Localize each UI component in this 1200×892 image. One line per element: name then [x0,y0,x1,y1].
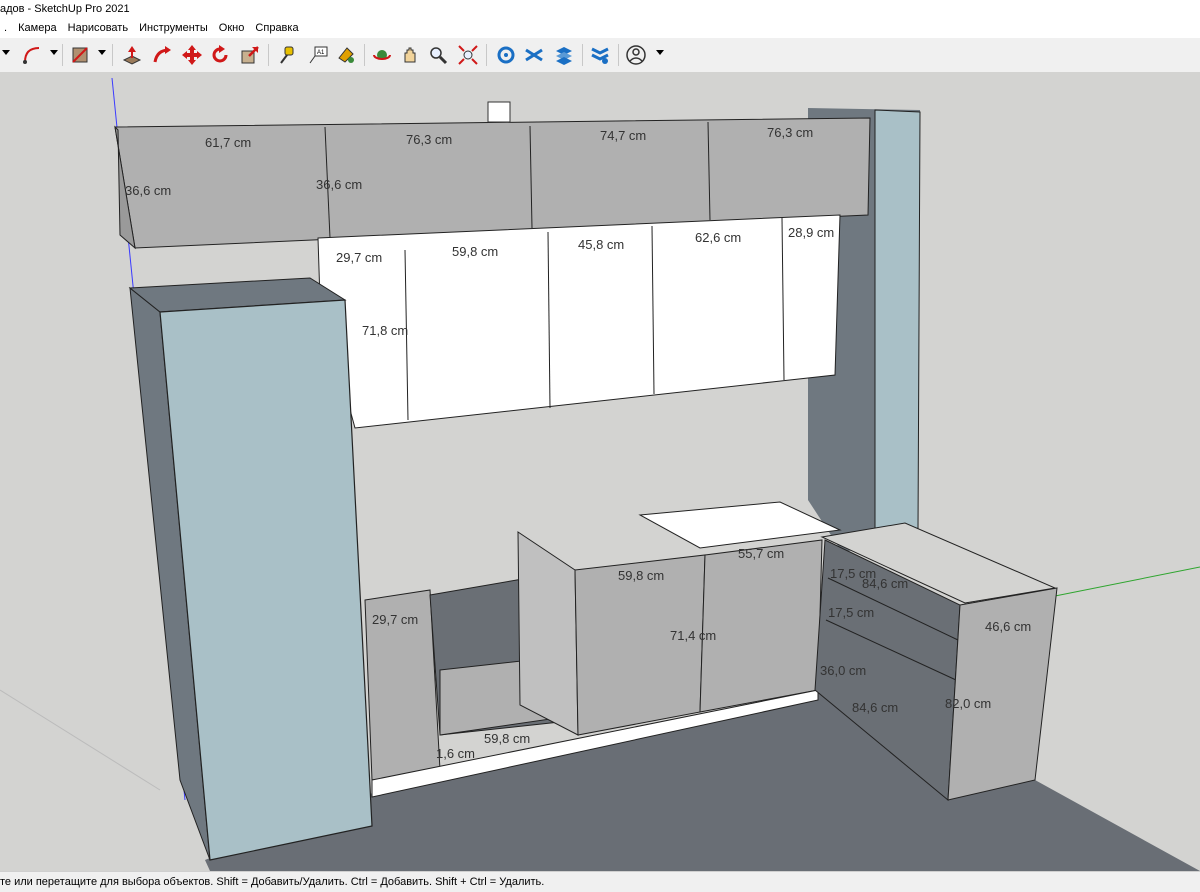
base-door-2 [699,539,823,713]
dim-upper-2: 76,3 cm [406,132,452,147]
components-icon[interactable] [494,42,518,68]
push-pull-icon[interactable] [120,42,144,68]
zoom-extents-icon[interactable] [456,42,480,68]
menu-item-help[interactable]: Справка [251,18,302,38]
dim-upper-1: 61,7 cm [205,135,251,150]
section-icon[interactable] [522,42,546,68]
styles-icon[interactable] [588,42,612,68]
dim-wall-4: 62,6 cm [695,230,741,245]
arc-dropdown-arrow[interactable] [50,50,58,55]
orbit-icon[interactable] [370,42,394,68]
menu-item-camera[interactable]: Камера [14,18,60,38]
dim-wall-1: 29,7 cm [336,250,382,265]
layers-icon[interactable] [552,42,576,68]
dim-corner-side-height: 82,0 cm [945,696,991,711]
dim-base-bottom: 59,8 cm [484,731,530,746]
dim-wall-3: 45,8 cm [578,237,624,252]
menu-item-tools[interactable]: Инструменты [135,18,212,38]
model-canvas[interactable]: 61,7 cm 76,3 cm 74,7 cm 76,3 cm 36,6 cm … [0,72,1200,871]
menu-item-draw[interactable]: Нарисовать [64,18,132,38]
main-toolbar: A1 [0,38,1200,73]
dim-upper-4: 76,3 cm [767,125,813,140]
dim-corner-side-width: 46,6 cm [985,619,1031,634]
window-title: адов - SketchUp Pro 2021 [0,3,130,15]
right-panel-front [874,109,921,541]
profile-dropdown-arrow[interactable] [656,50,664,55]
vent-pipe [487,101,511,123]
dim-corner-depth-1: 84,6 cm [862,576,908,591]
profile-icon[interactable] [624,42,648,68]
select-dropdown-arrow[interactable] [2,50,10,55]
dim-base-2: 59,8 cm [618,568,664,583]
dim-corner-drawer-2: 17,5 cm [828,605,874,620]
menu-bar: . Камера Нарисовать Инструменты Окно Спр… [0,18,1200,38]
dim-upper-3: 74,7 cm [600,128,646,143]
dim-base-height: 71,4 cm [670,628,716,643]
scale-icon[interactable] [238,42,262,68]
dim-upper-height-left: 36,6 cm [125,183,171,198]
dim-base-3: 55,7 cm [738,546,784,561]
dim-wall-height: 71,8 cm [362,323,408,338]
dim-upper-height-mid: 36,6 cm [316,177,362,192]
rotate-icon[interactable] [208,42,232,68]
follow-me-icon[interactable] [150,42,174,68]
pan-icon[interactable] [398,42,422,68]
move-icon[interactable] [180,42,204,68]
dim-corner-drawer-height: 36,0 cm [820,663,866,678]
zoom-icon[interactable] [426,42,450,68]
dim-base-plinth: 1,6 cm [436,746,475,761]
paint-icon[interactable] [334,42,358,68]
menu-item-window[interactable]: Окно [215,18,249,38]
dim-base-1: 29,7 cm [372,612,418,627]
dim-corner-depth-bottom: 84,6 cm [852,700,898,715]
tape-measure-icon[interactable] [276,42,300,68]
paint-bucket-icon[interactable] [68,42,92,68]
arc-tool-icon[interactable] [20,42,44,68]
dim-wall-5: 28,9 cm [788,225,834,240]
svg-text:A1: A1 [317,50,325,56]
text-label-icon[interactable]: A1 [306,42,330,68]
window-title-bar: адов - SketchUp Pro 2021 [0,0,1200,18]
dim-wall-2: 59,8 cm [452,244,498,259]
3d-viewport[interactable]: 61,7 cm 76,3 cm 74,7 cm 76,3 cm 36,6 cm … [0,72,1200,871]
status-hint: те или перетащите для выбора объектов. S… [0,876,545,888]
paint-dropdown-arrow[interactable] [98,50,106,55]
menu-item-file[interactable]: . [0,18,11,38]
status-bar: те или перетащите для выбора объектов. S… [0,871,1200,892]
